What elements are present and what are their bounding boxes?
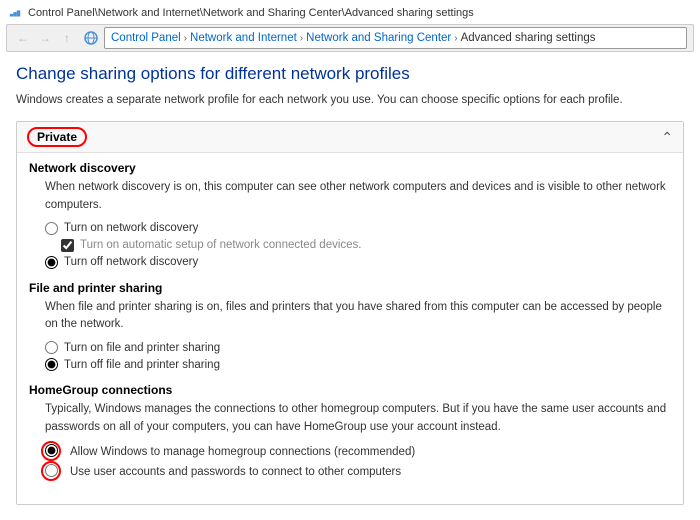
breadcrumb-network-icon: [83, 30, 99, 46]
file-printer-off-radio[interactable]: [45, 358, 58, 371]
forward-button[interactable]: →: [35, 28, 55, 48]
auto-setup-checkbox[interactable]: [61, 239, 74, 252]
back-button[interactable]: ←: [13, 28, 33, 48]
forward-icon: →: [39, 31, 51, 45]
up-button[interactable]: ↑: [57, 28, 77, 48]
file-printer-off-option[interactable]: Turn off file and printer sharing: [45, 358, 671, 371]
homegroup-allow-option[interactable]: Allow Windows to manage homegroup connec…: [45, 444, 671, 460]
private-profile-content: Network discovery When network discovery…: [17, 152, 683, 504]
file-printer-sharing-title: File and printer sharing: [29, 281, 671, 295]
title-bar: Control Panel\Network and Internet\Netwo…: [0, 0, 700, 24]
network-discovery-on-label: Turn on network discovery: [64, 222, 198, 234]
file-printer-sharing-group: File and printer sharing When file and p…: [29, 281, 671, 372]
nav-buttons: ← → ↑: [13, 28, 77, 48]
title-bar-text: Control Panel\Network and Internet\Netwo…: [28, 7, 474, 19]
breadcrumb-network-internet[interactable]: Network and Internet: [190, 32, 297, 44]
breadcrumb: Control Panel › Network and Internet › N…: [104, 27, 687, 49]
homegroup-allow-radio-wrapper: [45, 444, 64, 460]
homegroup-useraccounts-option[interactable]: Use user accounts and passwords to conne…: [45, 464, 671, 480]
network-discovery-off-radio[interactable]: [45, 256, 58, 269]
breadcrumb-advanced-sharing: Advanced sharing settings: [461, 32, 596, 44]
homegroup-allow-radio[interactable]: [45, 444, 58, 457]
private-profile-label: Private: [27, 127, 87, 147]
homegroup-connections-desc: Typically, Windows manages the connectio…: [45, 401, 671, 436]
back-icon: ←: [17, 31, 29, 45]
network-discovery-off-label: Turn off network discovery: [64, 256, 198, 268]
network-discovery-group: Network discovery When network discovery…: [29, 161, 671, 269]
homegroup-connections-title: HomeGroup connections: [29, 383, 671, 397]
homegroup-connections-group: HomeGroup connections Typically, Windows…: [29, 383, 671, 480]
private-collapse-icon: ⌃: [661, 129, 673, 146]
breadcrumb-sep-3: ›: [454, 33, 457, 44]
network-discovery-title: Network discovery: [29, 161, 671, 175]
private-profile-section: Private ⌃ Network discovery When network…: [16, 121, 684, 505]
network-discovery-off-option[interactable]: Turn off network discovery: [45, 256, 671, 269]
breadcrumb-sep-2: ›: [300, 33, 303, 44]
breadcrumb-control-panel[interactable]: Control Panel: [111, 32, 181, 44]
auto-setup-option[interactable]: Turn on automatic setup of network conne…: [61, 239, 671, 252]
file-printer-on-label: Turn on file and printer sharing: [64, 342, 220, 354]
address-bar: ← → ↑ Control Panel › Network and Intern…: [6, 24, 694, 52]
private-profile-header[interactable]: Private ⌃: [17, 122, 683, 152]
network-discovery-on-option[interactable]: Turn on network discovery: [45, 222, 671, 235]
file-printer-on-option[interactable]: Turn on file and printer sharing: [45, 341, 671, 354]
homegroup-useracc-radio[interactable]: [45, 464, 58, 477]
homegroup-useracc-label: Use user accounts and passwords to conne…: [70, 466, 401, 478]
file-printer-sharing-desc: When file and printer sharing is on, fil…: [45, 299, 671, 334]
auto-setup-label: Turn on automatic setup of network conne…: [80, 239, 361, 251]
breadcrumb-sep-1: ›: [184, 33, 187, 44]
page-description: Windows creates a separate network profi…: [16, 92, 684, 109]
titlebar-network-icon: [8, 6, 22, 20]
network-discovery-desc: When network discovery is on, this compu…: [45, 179, 671, 214]
breadcrumb-network-sharing-center[interactable]: Network and Sharing Center: [306, 32, 451, 44]
main-content: Change sharing options for different net…: [0, 56, 700, 506]
network-discovery-on-radio[interactable]: [45, 222, 58, 235]
up-icon: ↑: [64, 31, 70, 45]
homegroup-useracc-radio-wrapper: [45, 464, 64, 480]
page-title: Change sharing options for different net…: [16, 64, 684, 84]
homegroup-allow-label: Allow Windows to manage homegroup connec…: [70, 446, 415, 458]
file-printer-on-radio[interactable]: [45, 341, 58, 354]
file-printer-off-label: Turn off file and printer sharing: [64, 359, 220, 371]
